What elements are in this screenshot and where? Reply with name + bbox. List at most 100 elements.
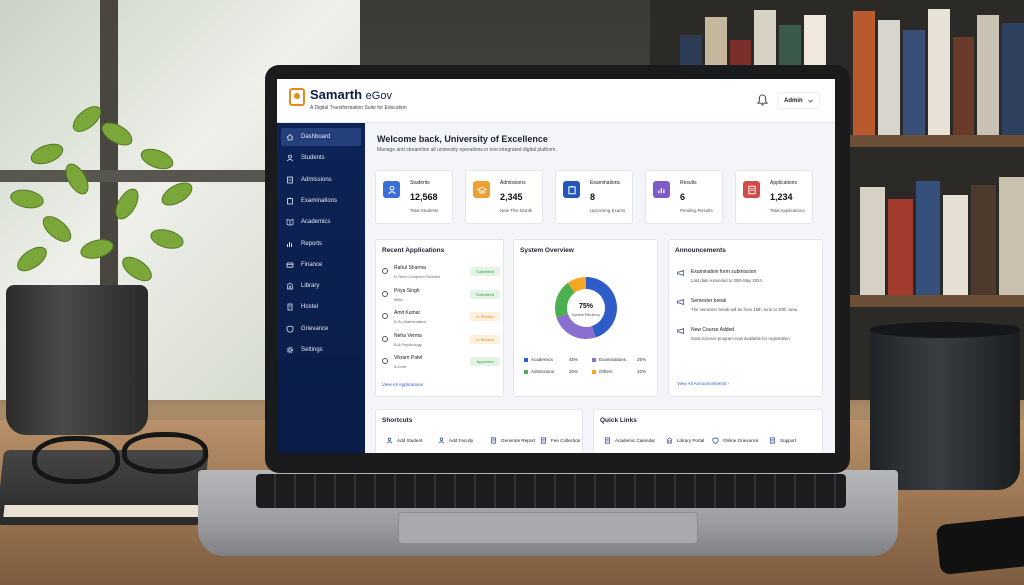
announcement-description: Last date extended to 30th May 2024 [691,278,762,283]
users-icon [286,154,294,162]
sidebar-item-examinations[interactable]: Examinations [281,192,361,210]
quick-link-academic-calendar[interactable]: Academic Calendar [604,437,655,444]
sidebar-item-students[interactable]: Students [281,149,361,167]
sidebar-item-label: Settings [301,347,323,353]
legend-swatch [592,357,596,362]
book-icon [286,218,294,226]
shortcut-generate-report[interactable]: Generate Report [490,437,535,444]
application-row[interactable]: Amit Kumar B.Sc Mathematics In Review [382,310,500,330]
sidebar-item-hostel[interactable]: Hostel [281,298,361,316]
laptop-keyboard [256,474,846,508]
application-row[interactable]: Rahul Sharma B.Tech Computer Science Submi… [382,265,500,285]
shortcut-label: Generate Report [501,438,536,443]
legend-item-examinations: Examinations [592,357,626,362]
application-row[interactable]: Priya Singh MBA Submitted [382,288,500,308]
card-title: Shortcuts [382,417,413,424]
shortcut-add-faculty[interactable]: Add Faculty [438,437,473,444]
chevron-down-icon [807,99,813,103]
quick-link-library-portal[interactable]: Library Portal [666,437,704,444]
shortcut-add-student[interactable]: Add Student [386,437,422,444]
system-overview-card: System Overview 75% System Efficiency Ac… [513,239,658,397]
sidebar-item-dashboard[interactable]: Dashboard [281,128,361,146]
view-all-announcements-link[interactable]: View All Announcements › [677,381,729,386]
user-menu[interactable]: Admin [777,92,820,109]
applicant-name: Priya Singh [394,287,420,294]
users-icon [383,181,400,198]
calendar-icon [604,437,611,444]
legend-swatch [592,369,596,374]
gear-icon [286,346,294,354]
user-icon [382,268,388,274]
page-subtitle: Manage and streamline all university ope… [377,147,557,153]
coffee-mug-rim [870,322,1020,338]
card-title: Recent Applications [382,247,445,254]
library-icon [666,437,673,444]
sidebar-item-finance[interactable]: Finance [281,256,361,274]
shelf-board [850,295,1024,307]
donut-slice-examinations [556,313,596,339]
stat-card-students[interactable]: Students 12,568 Total Students [375,170,453,224]
shortcuts-card: Shortcuts Add Student Add Faculty Generate… [375,409,583,453]
stat-label: Examinations [590,180,621,186]
sidebar-item-label: Academics [301,219,331,226]
page-title: Welcome back, University of Excellence [377,134,548,144]
applicant-course: MBA [394,296,403,302]
support-icon [769,437,776,444]
shortcut-fee-collection[interactable]: Fee Collection [540,437,580,444]
sidebar-item-label: Reports [301,240,323,247]
application-row[interactable]: Neha Verma B.A Psychology In Review [382,333,500,353]
sidebar-item-admissions[interactable]: Admissions [281,171,361,189]
sidebar-item-academics[interactable]: Academics [281,213,361,231]
announcement-title: Semester break [691,298,727,304]
quick-link-label: Online Grievance [723,438,759,443]
legend-item-academics: Academics [524,357,553,362]
legend-label: Examinations [599,357,627,362]
shield-icon [286,325,294,333]
legend-swatch [524,357,528,362]
report-icon [490,437,497,444]
plant [0,90,210,300]
user-plus-icon [386,437,393,444]
card-title: Quick Links [600,417,637,424]
home-icon [286,133,294,141]
user-icon [382,313,388,319]
quick-link-support[interactable]: Support [769,437,796,444]
stat-value: 12,568 [410,192,438,202]
sidebar-item-label: Grievance [301,325,329,332]
user-plus-icon [438,437,445,444]
stat-value: 8 [590,192,596,202]
stat-label: Applications [770,180,797,186]
graduation-cap-icon [473,181,490,198]
quick-link-online-grievance[interactable]: Online Grievance [712,437,759,444]
status-badge: Approved [470,357,500,366]
sidebar: Dashboard Students Admissions Examinations A… [277,123,365,453]
quick-link-label: Library Portal [677,438,705,443]
application-row[interactable]: Vikram Patel B.Com Approved [382,355,500,375]
legend-value: 10% [637,369,647,374]
coffee-mug [870,325,1020,490]
sidebar-item-reports[interactable]: Reports [281,235,361,253]
status-badge: Submitted [470,289,500,299]
books-row [860,175,1024,295]
building-icon [286,303,294,311]
sidebar-item-label: Students [301,155,325,162]
stat-caption: Pending Results [680,208,713,213]
glasses [122,432,208,474]
app-screen: Samarth eGov A Digital Transformation Su… [277,79,835,453]
sidebar-item-library[interactable]: Library [281,277,361,295]
stat-card-examinations[interactable]: Examinations 8 Upcoming Exams [555,170,633,224]
sidebar-item-settings[interactable]: Settings [281,341,361,359]
user-icon [382,358,388,364]
stat-card-results[interactable]: Results 6 Pending Results [645,170,723,224]
bell-icon[interactable] [757,94,768,106]
view-all-applications-link[interactable]: View All Applications [382,382,423,387]
stat-card-admissions[interactable]: Admissions 2,345 New This Month [465,170,543,224]
legend-label: Others [599,369,613,374]
chart-icon [653,181,670,198]
sidebar-item-grievance[interactable]: Grievance [281,320,361,338]
stat-card-applications[interactable]: Applications 1,234 Total Applications [735,170,813,224]
status-badge: In Review [470,334,500,344]
fee-icon [540,437,547,444]
recent-applications-card: Recent Applications Rahul Sharma B.Tech C… [375,239,504,397]
plant-pot [6,285,148,435]
